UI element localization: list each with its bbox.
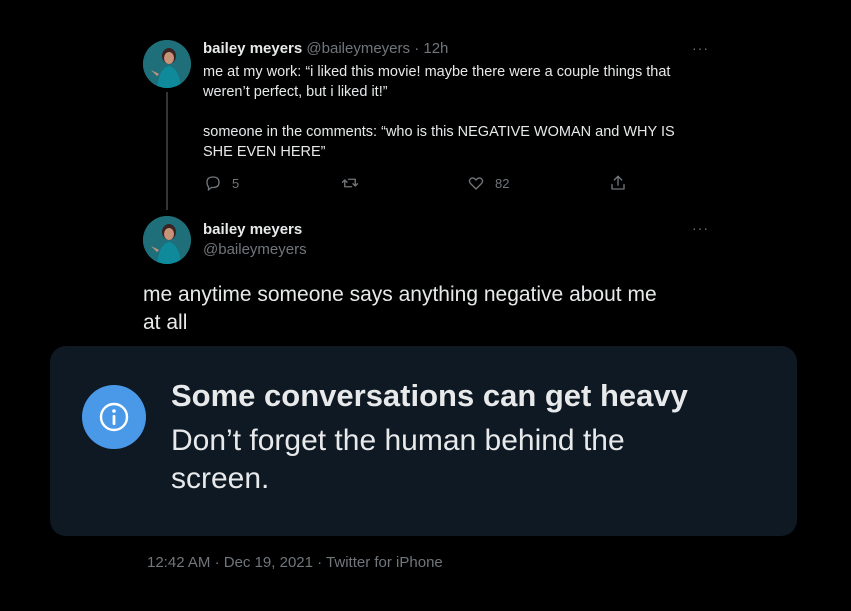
avatar-image [143, 40, 191, 88]
separator: · [214, 554, 220, 571]
reply-button[interactable]: 5 [204, 174, 239, 192]
author-handle[interactable]: @baileymeyers [203, 240, 307, 260]
separator: · [414, 40, 420, 57]
retweet-icon [341, 178, 359, 188]
reply-icon [206, 176, 220, 192]
tweet1-text: me at my work: “i liked this movie! mayb… [203, 62, 723, 162]
share-button[interactable] [609, 174, 637, 192]
share-icon [611, 175, 625, 190]
more-icon[interactable]: ··· [692, 40, 709, 56]
reply-count: 5 [232, 175, 240, 191]
tweet-text-line: SHE EVEN HERE” [203, 144, 326, 160]
thread-line [166, 92, 168, 210]
tweet2-text: me anytime someone says anything negativ… [143, 281, 743, 337]
like-count: 82 [495, 175, 510, 191]
more-icon[interactable]: ··· [692, 220, 709, 236]
notice-title: Some conversations can get heavy [171, 378, 688, 413]
author-name[interactable]: bailey meyers [203, 40, 302, 57]
author-handle[interactable]: @baileymeyers [306, 40, 410, 57]
tweet-timestamp[interactable]: 12:42 AM [147, 554, 210, 571]
tweet-time[interactable]: 12h [423, 40, 448, 57]
tweet1-header: bailey meyers @baileymeyers · 12h [203, 40, 448, 57]
tweet-metadata: 12:42 AM · Dec 19, 2021 · Twitter for iP… [147, 554, 443, 571]
avatar[interactable] [143, 216, 191, 264]
retweet-button[interactable] [341, 174, 369, 192]
info-badge [82, 385, 146, 449]
info-icon [99, 402, 129, 432]
tweet-text-line: weren’t perfect, but i liked it!” [203, 84, 388, 100]
tweet-text-line: someone in the comments: “who is this NE… [203, 124, 675, 140]
avatar[interactable] [143, 40, 191, 88]
tweet2-header: bailey meyers @baileymeyers [203, 220, 307, 260]
tweet-source[interactable]: Twitter for iPhone [326, 554, 443, 571]
like-button[interactable]: 82 [467, 174, 509, 192]
author-name[interactable]: bailey meyers [203, 220, 307, 240]
tweet-text-line: me anytime someone says anything negativ… [143, 283, 657, 306]
tweet-text-line: me at my work: “i liked this movie! mayb… [203, 64, 671, 80]
like-icon [468, 177, 484, 190]
separator: · [317, 554, 323, 571]
avatar-image [143, 216, 191, 264]
notice-body: Don’t forget the human behind the screen… [171, 424, 625, 495]
tweet-text-line: at all [143, 311, 188, 334]
tweet-date[interactable]: Dec 19, 2021 [224, 554, 313, 571]
